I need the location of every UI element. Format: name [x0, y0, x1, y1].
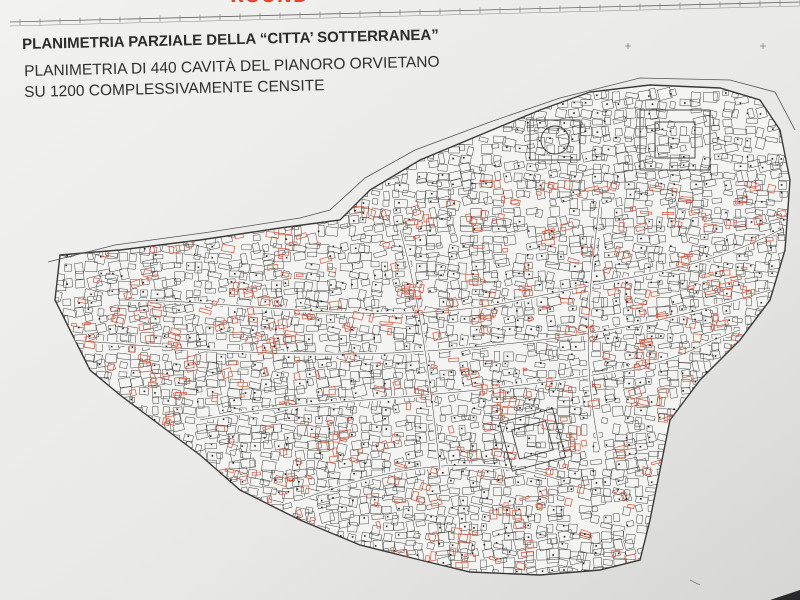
banner-text: ROUND: [230, 0, 390, 8]
map-board: ROUND PLANIMETRIA PARZIALE DELLA “CITTA’…: [0, 0, 800, 600]
